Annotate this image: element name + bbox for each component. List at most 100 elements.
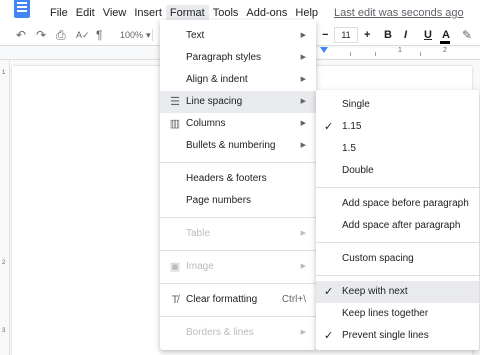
prevent-single-lines[interactable]: ✓ Prevent single lines <box>316 325 479 347</box>
menu-item-label: 1.5 <box>342 143 356 154</box>
indent-marker-icon[interactable] <box>320 47 328 53</box>
menu-item-label: Columns <box>186 118 226 129</box>
menu-item-label: Line spacing <box>186 96 243 107</box>
custom-spacing[interactable]: Custom spacing <box>316 248 479 270</box>
menu-item-label: Keep with next <box>342 286 408 297</box>
menu-tools[interactable]: Tools <box>209 5 243 21</box>
vertical-ruler: 1 2 3 <box>0 60 10 355</box>
columns-icon: ▥ <box>169 118 181 130</box>
checkmark-icon: ✓ <box>324 330 334 342</box>
line-spacing-1-15[interactable]: ✓ 1.15 <box>316 116 479 138</box>
menu-item-label: Align & indent <box>186 74 248 85</box>
line-spacing-submenu: Single ✓ 1.15 1.5 Double Add space befor… <box>316 90 479 350</box>
format-menu-item-headers-footers[interactable]: Headers & footers <box>160 168 316 190</box>
line-spacing-1-5[interactable]: 1.5 <box>316 138 479 160</box>
format-menu-item-page-numbers[interactable]: Page numbers <box>160 190 316 212</box>
submenu-arrow-icon: ▶ <box>300 98 306 105</box>
print-icon[interactable]: ⎙ <box>56 27 66 43</box>
format-menu-item-line-spacing[interactable]: ☰ Line spacing ▶ <box>160 91 316 113</box>
add-space-before-paragraph[interactable]: Add space before paragraph <box>316 193 479 215</box>
menu-item-label: Text <box>186 30 205 41</box>
submenu-arrow-icon: ▶ <box>300 32 306 39</box>
menu-item-label: Image <box>186 261 214 272</box>
zoom-select[interactable]: 100% <box>120 27 143 43</box>
add-space-after-paragraph[interactable]: Add space after paragraph <box>316 215 479 237</box>
clear-formatting-icon: T̸ <box>171 294 179 306</box>
italic-icon[interactable]: I <box>404 27 407 43</box>
menu-item-label: Single <box>342 99 370 110</box>
zoom-dropdown-icon[interactable]: ▾ <box>146 27 151 43</box>
checkmark-icon: ✓ <box>324 286 334 298</box>
menu-item-shortcut: Ctrl+\ <box>281 294 306 305</box>
ruler-tick <box>350 52 351 56</box>
menu-divider <box>160 283 316 284</box>
format-menu: Text ▶ Paragraph styles ▶ Align & indent… <box>160 20 316 350</box>
submenu-arrow-icon: ▶ <box>300 263 306 270</box>
menu-file[interactable]: File <box>46 5 72 21</box>
submenu-arrow-icon: ▶ <box>300 142 306 149</box>
undo-icon[interactable]: ↶ <box>16 27 26 43</box>
font-size-increase-icon[interactable]: + <box>364 27 370 43</box>
format-menu-item-columns[interactable]: ▥ Columns ▶ <box>160 113 316 135</box>
menu-item-label: Clear formatting <box>186 294 258 305</box>
menu-item-label: Prevent single lines <box>342 330 429 341</box>
image-icon: ▣ <box>169 261 181 273</box>
text-color-swatch <box>440 41 450 44</box>
submenu-arrow-icon: ▶ <box>300 76 306 83</box>
menu-item-label: 1.15 <box>342 121 362 132</box>
format-menu-item-text[interactable]: Text ▶ <box>160 25 316 47</box>
menu-divider <box>160 217 316 218</box>
ruler-tick <box>375 52 376 56</box>
menu-view[interactable]: View <box>99 5 131 21</box>
menu-divider <box>160 250 316 251</box>
keep-lines-together[interactable]: Keep lines together <box>316 303 479 325</box>
format-menu-item-table: Table ▶ <box>160 223 316 245</box>
format-menu-item-image: ▣ Image ▶ <box>160 256 316 278</box>
checkmark-icon: ✓ <box>324 121 334 133</box>
menu-help[interactable]: Help <box>291 5 322 21</box>
submenu-arrow-icon: ▶ <box>300 329 306 336</box>
menu-add-ons[interactable]: Add-ons <box>242 5 291 21</box>
format-menu-item-bullets-numbering[interactable]: Bullets & numbering ▶ <box>160 135 316 157</box>
ruler-number: 1 <box>398 47 402 54</box>
ruler-number: 2 <box>443 47 447 54</box>
font-size-decrease-icon[interactable]: − <box>322 27 328 43</box>
menu-item-label: Add space before paragraph <box>342 198 469 209</box>
menu-bar: File Edit View Insert Format Tools Add-o… <box>46 5 464 21</box>
menu-item-label: Borders & lines <box>186 327 254 338</box>
bold-icon[interactable]: B <box>384 27 392 43</box>
menu-insert[interactable]: Insert <box>130 5 166 21</box>
menu-divider <box>160 162 316 163</box>
format-menu-item-paragraph-styles[interactable]: Paragraph styles ▶ <box>160 47 316 69</box>
menu-edit[interactable]: Edit <box>72 5 99 21</box>
ruler-number: 2 <box>2 260 6 266</box>
last-edit-link[interactable]: Last edit was seconds ago <box>334 7 464 19</box>
toolbar-divider <box>152 29 153 41</box>
menu-item-label: Bullets & numbering <box>186 140 276 151</box>
menu-item-label: Paragraph styles <box>186 52 262 63</box>
menu-item-label: Add space after paragraph <box>342 220 461 231</box>
menu-divider <box>316 242 479 243</box>
menu-item-label: Custom spacing <box>342 253 414 264</box>
line-spacing-single[interactable]: Single <box>316 94 479 116</box>
format-menu-item-clear-formatting[interactable]: T̸ Clear formatting Ctrl+\ <box>160 289 316 311</box>
menu-item-label: Keep lines together <box>342 308 429 319</box>
submenu-arrow-icon: ▶ <box>300 120 306 127</box>
underline-icon[interactable]: U <box>424 27 432 43</box>
paint-format-icon[interactable]: ¶ <box>96 27 102 43</box>
submenu-arrow-icon: ▶ <box>300 54 306 61</box>
menu-format[interactable]: Format <box>165 5 209 21</box>
format-menu-item-align-indent[interactable]: Align & indent ▶ <box>160 69 316 91</box>
menu-divider <box>160 316 316 317</box>
spellcheck-icon[interactable]: A✓ <box>76 27 90 43</box>
redo-icon[interactable]: ↷ <box>36 27 46 43</box>
ruler-tick <box>420 52 421 56</box>
docs-logo-icon[interactable] <box>14 0 30 18</box>
font-size-input[interactable]: 11 <box>334 27 358 43</box>
keep-with-next[interactable]: ✓ Keep with next <box>316 281 479 303</box>
menu-item-label: Double <box>342 165 374 176</box>
highlight-icon[interactable]: ✎ <box>462 27 472 43</box>
line-spacing-double[interactable]: Double <box>316 160 479 182</box>
menu-item-label: Table <box>186 228 210 239</box>
submenu-arrow-icon: ▶ <box>300 230 306 237</box>
